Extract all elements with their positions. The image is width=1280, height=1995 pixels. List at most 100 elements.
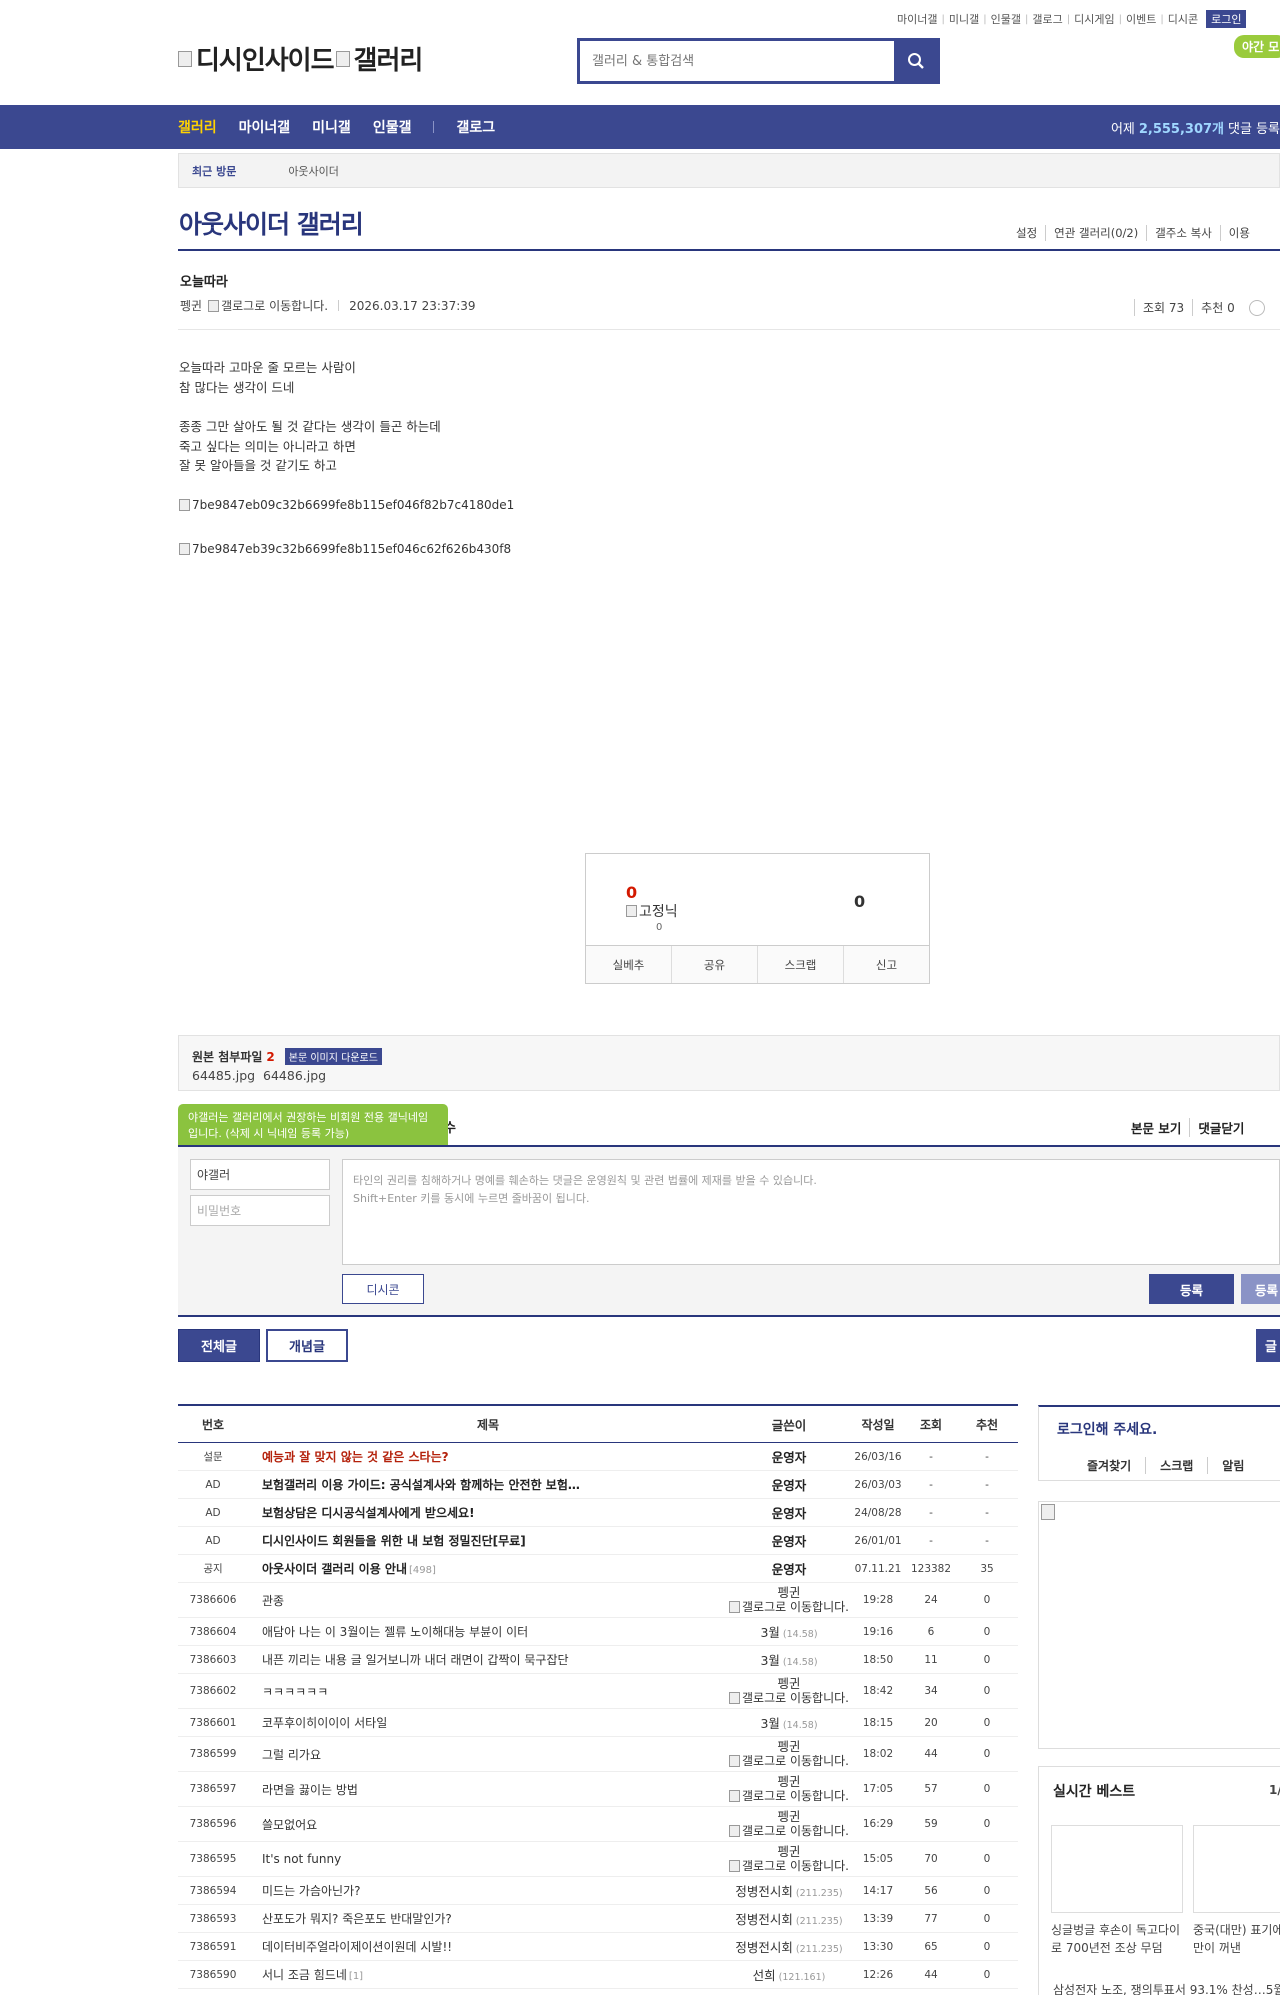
post-title-link[interactable]: 라면을 끓이는 방법 — [248, 1781, 728, 1798]
gallery-usage[interactable]: 이용 — [1219, 225, 1258, 241]
post-title-link[interactable]: 그럴 리가요 — [248, 1746, 728, 1763]
top-link-person[interactable]: 인물갤 — [987, 11, 1025, 27]
nav-gallery[interactable]: 갤러리 — [178, 117, 217, 137]
post-writer[interactable]: 정병전시회 (211.235) — [728, 1909, 850, 1928]
tab-concept-posts[interactable]: 개념글 — [266, 1329, 348, 1362]
ad-banner[interactable] — [1038, 1501, 1280, 1749]
post-image[interactable]: 7be9847eb09c32b6699fe8b115ef046f82b7c418… — [179, 498, 514, 512]
post-writer[interactable]: 정병전시회 (211.235) — [728, 1937, 850, 1956]
post-writer[interactable]: 펭귄 갤로그로 이동합니다. — [728, 1740, 850, 1768]
post-title-link[interactable]: 내픈 끼리는 내용 글 일거보니까 내더 래면이 갑짝이 묵구잡단 — [248, 1651, 728, 1668]
top-link-mini[interactable]: 미니갤 — [945, 11, 983, 27]
gallery-title[interactable]: 아웃사이더 갤러리 — [179, 205, 364, 241]
best-caption[interactable]: 중국(대만) 표기에 중인 대만이 꺼낸 — [1193, 1921, 1280, 1957]
post-writer[interactable]: 펭귄 갤로그로 이동합니다. — [728, 1810, 850, 1838]
top-link-minor[interactable]: 마이너갤 — [893, 11, 941, 27]
search-input[interactable] — [580, 41, 894, 81]
best-thumbnail[interactable] — [1051, 1825, 1183, 1913]
scrap-button[interactable]: 스크랩 — [757, 946, 843, 983]
nickname-field[interactable]: 야갤러 — [190, 1159, 330, 1190]
nav-gallog[interactable]: 갤로그 — [456, 117, 495, 137]
post-title-link[interactable]: 산포도가 뭐지? 죽은포도 반대말인가? — [248, 1910, 728, 1927]
gallog-link[interactable]: 갤로그로 이동합니다. — [729, 1754, 849, 1768]
more-options-icon[interactable] — [1248, 299, 1265, 316]
post-writer[interactable]: 운영자 — [728, 1559, 850, 1578]
post-author[interactable]: 펭귄 — [180, 297, 202, 314]
night-mode-toggle[interactable]: 야간 모 — [1234, 35, 1280, 58]
alerts-link[interactable]: 알림 — [1207, 1457, 1258, 1474]
post-title-link[interactable]: It's not funny — [248, 1852, 728, 1866]
gallog-link[interactable]: 갤로그로 이동합니다. — [729, 1824, 849, 1838]
post-title-link[interactable]: 보험상담은 디시공식설계사에게 받으세요! — [248, 1504, 728, 1521]
post-title-link[interactable]: 아웃사이더 갤러리 이용 안내 [498] — [248, 1560, 728, 1577]
post-writer[interactable]: 펭귄 갤로그로 이동합니다. — [728, 1586, 850, 1614]
share-button[interactable]: 공유 — [671, 946, 757, 983]
post-title-link[interactable]: 애담아 나는 이 3월이는 젤류 노이해대능 부뷴이 이터 — [248, 1623, 728, 1640]
best-caption[interactable]: 싱글벙글 후손이 독고다이로 700년전 조상 무덤 — [1051, 1921, 1183, 1957]
top-link-gallog[interactable]: 갤로그 — [1028, 11, 1066, 27]
nav-minor[interactable]: 마이너갤 — [239, 117, 291, 137]
gallog-link[interactable]: 갤로그로 이동합니다. — [729, 1859, 849, 1873]
recent-item[interactable]: 아웃사이더 — [288, 163, 339, 179]
post-writer[interactable]: 3월 (14.58) — [728, 1650, 850, 1669]
post-writer[interactable]: 펭귄 갤로그로 이동합니다. — [728, 1677, 850, 1705]
gallog-link[interactable]: 갤로그로 이동합니다. — [208, 297, 328, 314]
login-prompt[interactable]: 로그인해 주세요. — [1057, 1419, 1157, 1439]
post-writer[interactable]: 운영자 — [728, 1503, 850, 1522]
top-link-dccon[interactable]: 디시콘 — [1164, 11, 1202, 27]
gallog-link[interactable]: 갤로그로 이동합니다. — [729, 1789, 849, 1803]
post-title-link[interactable]: ㅋㅋㅋㅋㅋㅋ — [248, 1683, 728, 1700]
dccon-button[interactable]: 디시콘 — [342, 1274, 424, 1304]
copy-address[interactable]: 갤주소 복사 — [1146, 225, 1220, 241]
favorites-link[interactable]: 즐겨찾기 — [1087, 1457, 1145, 1474]
top-link-event[interactable]: 이벤트 — [1122, 11, 1160, 27]
login-button[interactable]: 로그인 — [1206, 10, 1247, 28]
post-writer[interactable]: 펭귄 갤로그로 이동합니다. — [728, 1775, 850, 1803]
report-button[interactable]: 신고 — [843, 946, 929, 983]
post-title-link[interactable]: 미드는 가슴아닌가? — [248, 1882, 728, 1899]
best-thumbnail[interactable] — [1193, 1825, 1280, 1913]
gallery-settings[interactable]: 설정 — [1008, 225, 1045, 241]
best-more-item[interactable]: 삼성전자 노조, 쟁의투표서 93.1% 찬성…5월 — [1053, 1981, 1280, 1995]
view-body-link[interactable]: 본문 보기 — [1123, 1118, 1189, 1137]
post-writer[interactable]: 운영자 — [728, 1475, 850, 1494]
scrap-link[interactable]: 스크랩 — [1145, 1457, 1207, 1474]
nav-mini[interactable]: 미니갤 — [312, 117, 351, 137]
post-title-link[interactable]: 데이터비주얼라이제이션이원데 시발!! — [248, 1938, 728, 1955]
search-button[interactable] — [894, 41, 937, 81]
post-title-link[interactable]: 서니 조금 힘드네 [1] — [248, 1966, 728, 1983]
comment-textarea[interactable]: 타인의 권리를 침해하거나 명예를 훼손하는 댓글은 운영원칙 및 관련 법률에… — [342, 1159, 1280, 1265]
upvote-count[interactable]: 0 — [626, 883, 637, 902]
writer-ip: (121.161) — [778, 1972, 826, 1983]
submit-comment-button[interactable]: 등록 — [1149, 1274, 1234, 1304]
post-title-link[interactable]: 쓸모없어요 — [248, 1816, 728, 1833]
post-writer[interactable]: 운영자 — [728, 1531, 850, 1550]
top-link-game[interactable]: 디시게임 — [1070, 11, 1118, 27]
related-galleries[interactable]: 연관 갤러리(0/2) — [1045, 225, 1146, 241]
post-title-link[interactable]: 디시인사이드 회원들을 위한 내 보험 정밀진단[무료] — [248, 1532, 728, 1549]
download-images-button[interactable]: 본문 이미지 다운로드 — [284, 1048, 382, 1065]
gallog-link[interactable]: 갤로그로 이동합니다. — [729, 1600, 849, 1614]
submit-with-button[interactable]: 등록 — [1241, 1274, 1280, 1304]
post-image[interactable]: 7be9847eb39c32b6699fe8b115ef046c62f626b4… — [179, 542, 511, 556]
attach-files[interactable]: 64485.jpg 64486.jpg — [192, 1068, 326, 1083]
post-writer[interactable]: 운영자 — [728, 1447, 850, 1466]
post-writer[interactable]: 3월 (14.58) — [728, 1622, 850, 1641]
post-title-link[interactable]: 예능과 잘 맞지 않는 것 같은 스타는? — [248, 1448, 728, 1465]
write-button[interactable]: 글 — [1256, 1329, 1280, 1362]
tab-all-posts[interactable]: 전체글 — [178, 1329, 260, 1362]
post-writer[interactable]: 3월 (14.58) — [728, 1713, 850, 1732]
post-writer[interactable]: 정병전시회 (211.235) — [728, 1881, 850, 1900]
post-writer[interactable]: 선희 (121.161) — [728, 1965, 850, 1984]
site-logo[interactable]: 디시인사이드 갤러리 — [178, 40, 423, 77]
downvote-count[interactable]: 0 — [854, 892, 865, 911]
best-recommend-button[interactable]: 실베추 — [586, 946, 671, 983]
password-field[interactable]: 비밀번호 — [190, 1195, 330, 1226]
post-title-link[interactable]: 관종 — [248, 1592, 728, 1609]
post-writer[interactable]: 펭귄 갤로그로 이동합니다. — [728, 1845, 850, 1873]
post-title-link[interactable]: 보험갤러리 이용 가이드: 공식설계사와 함께하는 안전한 보험… — [248, 1476, 728, 1493]
close-comments-link[interactable]: 댓글닫기 — [1189, 1118, 1252, 1137]
post-title-link[interactable]: 코푸후이히이이이 서타일 — [248, 1714, 728, 1731]
gallog-link[interactable]: 갤로그로 이동합니다. — [729, 1691, 849, 1705]
nav-person[interactable]: 인물갤 — [373, 117, 412, 137]
